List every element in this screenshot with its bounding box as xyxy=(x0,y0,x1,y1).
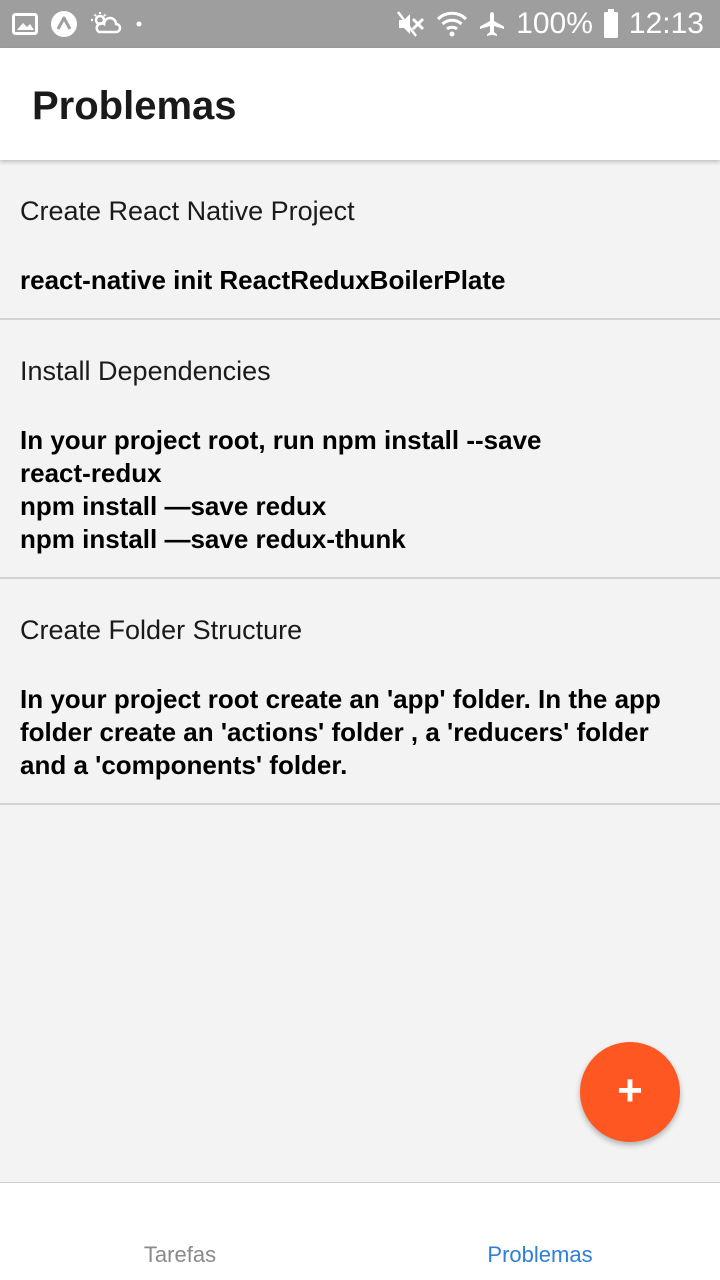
add-problem-button[interactable]: + xyxy=(580,1042,680,1142)
tab-label: Tarefas xyxy=(143,1242,217,1267)
tab-tarefas[interactable]: Tarefas xyxy=(0,1183,360,1280)
mute-icon xyxy=(396,10,426,38)
app-header: Problemas xyxy=(0,48,720,160)
wifi-icon xyxy=(436,10,468,38)
plus-icon: + xyxy=(617,1066,643,1115)
status-bar: 100% 12:13 xyxy=(0,0,720,48)
tab-problemas[interactable]: Problemas xyxy=(360,1183,720,1280)
weather-icon xyxy=(90,11,122,37)
problems-list: Create React Native Project react-native… xyxy=(0,160,720,805)
list-item[interactable]: Create Folder Structure In your project … xyxy=(0,579,720,805)
battery-icon xyxy=(603,9,619,39)
dot-icon xyxy=(134,19,144,29)
list-item[interactable]: Install Dependencies In your project roo… xyxy=(0,320,720,579)
tab-label: Problemas xyxy=(487,1242,593,1267)
airplane-icon xyxy=(478,10,506,38)
bottom-tab-bar: Tarefas Problemas xyxy=(0,1182,720,1280)
list-item[interactable]: Create React Native Project react-native… xyxy=(0,160,720,320)
item-body: In your project root, run npm install --… xyxy=(20,425,542,554)
status-bar-right: 100% 12:13 xyxy=(396,9,704,39)
clock: 12:13 xyxy=(628,7,704,40)
image-icon xyxy=(12,12,38,36)
item-title: Create Folder Structure xyxy=(20,615,303,645)
item-title: Install Dependencies xyxy=(20,356,271,386)
item-body: react-native init ReactReduxBoilerPlate xyxy=(20,265,506,295)
item-title: Create React Native Project xyxy=(20,196,355,226)
app-a-icon xyxy=(50,10,78,38)
page-title: Problemas xyxy=(32,84,237,128)
item-body: In your project root create an 'app' fol… xyxy=(20,684,661,780)
status-bar-left xyxy=(12,10,144,38)
battery-percent: 100% xyxy=(516,7,593,40)
app-screen: 100% 12:13 Problemas Create React Native… xyxy=(0,0,720,1280)
